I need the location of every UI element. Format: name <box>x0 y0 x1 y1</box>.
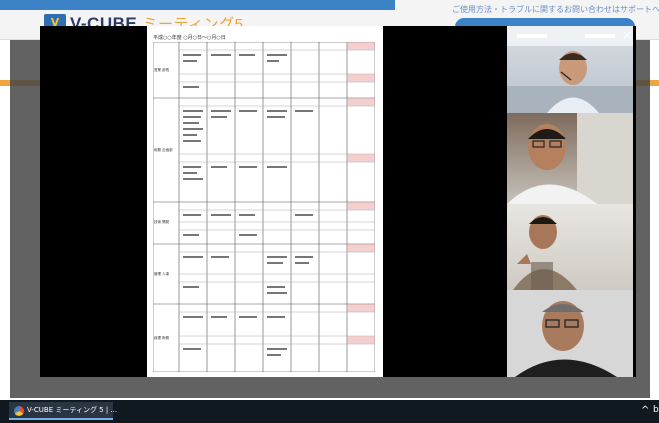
participant-4-video <box>507 290 633 377</box>
row-label-3: 技術 開発 <box>154 220 170 224</box>
document-title: 平成○○年度 ○月○日～○月○日 <box>153 35 226 41</box>
row-label-4: 管理 人事 <box>154 272 170 276</box>
video-tile-4[interactable] <box>507 290 633 377</box>
tray-extra-icon[interactable]: b <box>653 405 659 415</box>
vcube-app-window: V V-CUBE ミーティング5 ご使用方法・トラブルに関するお問い合わせはサポ… <box>0 0 659 400</box>
support-link[interactable]: ご使用方法・トラブルに関するお問い合わせはサポートへ <box>452 4 659 15</box>
taskbar-app-button[interactable]: V-CUBE ミーティング 5 | ... <box>9 402 117 420</box>
taskbar-app-label: V-CUBE ミーティング 5 | ... <box>27 406 118 414</box>
participant-2-video <box>507 113 633 204</box>
participant-3-video <box>513 215 577 290</box>
header-top-bar <box>0 0 395 10</box>
video-tile-2[interactable] <box>507 113 633 204</box>
vcube-app-icon <box>14 406 24 416</box>
tray-chevron-up-icon[interactable]: ^ <box>641 405 649 416</box>
row-label-1: 営業 部長 <box>154 68 170 72</box>
schedule-table-graphic <box>153 42 375 372</box>
close-icon[interactable]: × <box>620 28 634 42</box>
schedule-table: 営業 部長 総務 企画部 技術 開発 管理 人事 経理 財務 <box>153 42 375 372</box>
video-tile-3[interactable] <box>507 204 633 290</box>
participant-1-video <box>507 26 633 113</box>
row-label-5: 経理 財務 <box>154 336 170 340</box>
video-tile-1[interactable] <box>507 26 633 113</box>
video-tiles-panel <box>489 26 636 377</box>
shared-document: 平成○○年度 ○月○日～○月○日 営業 部長 総務 企画部 技術 開発 管理 人… <box>147 26 383 377</box>
row-label-2: 総務 企画部 <box>154 148 173 152</box>
